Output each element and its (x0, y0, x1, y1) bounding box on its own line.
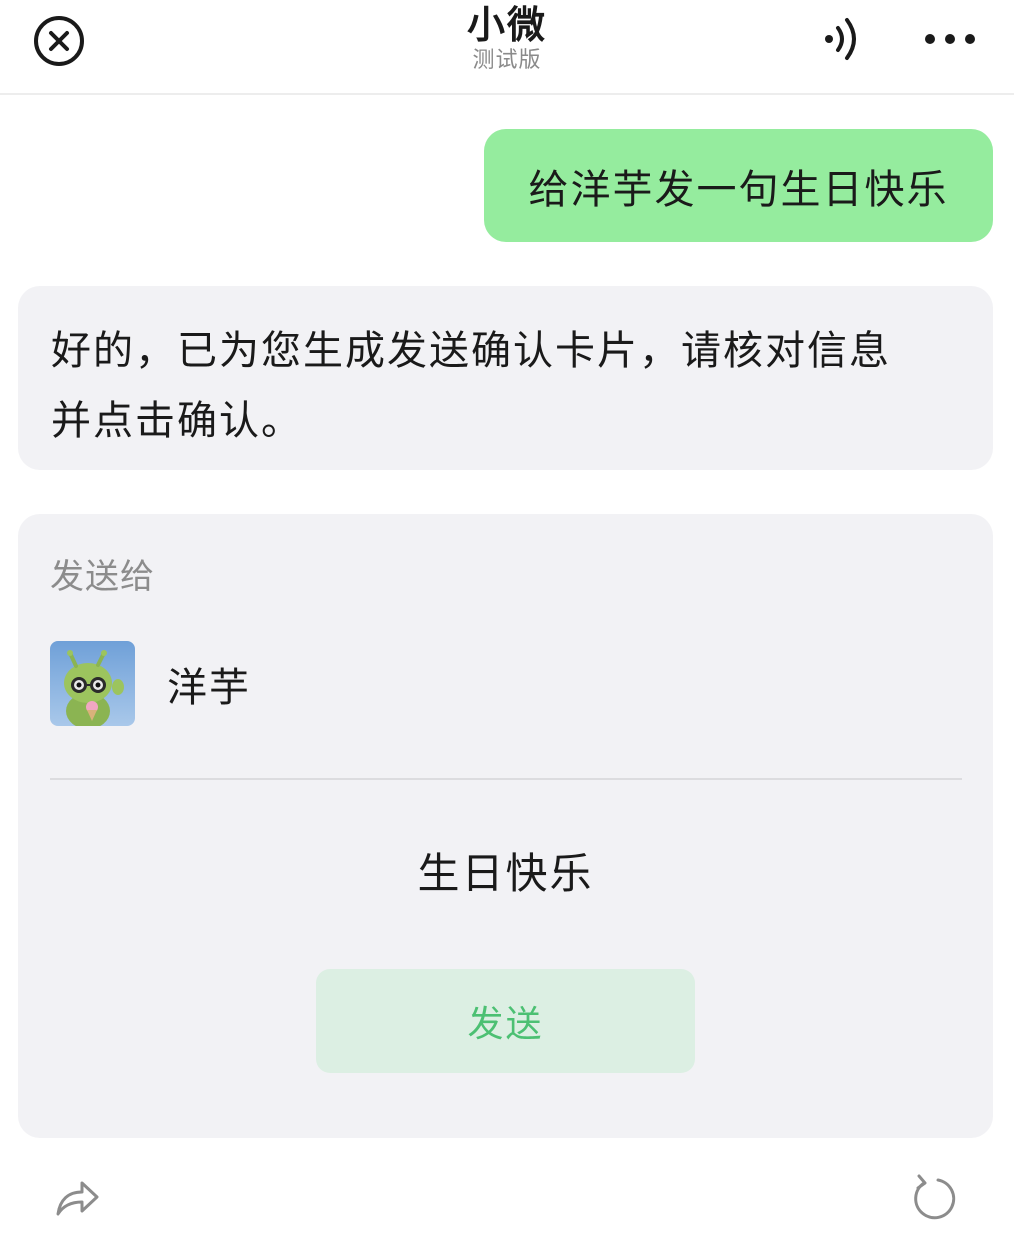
bot-message-line: 好的，已为您生成发送确认卡片，请核对信息 (51, 328, 891, 374)
avatar (50, 641, 135, 726)
share-icon[interactable] (52, 1172, 102, 1222)
bot-message-line: 并点击确认。 (51, 398, 303, 444)
more-dots-icon[interactable] (920, 24, 980, 54)
send-button-label: 发送 (467, 1004, 544, 1045)
top-bar: 小微 测试版 (0, 0, 1014, 95)
recipient-row: 洋芋 (50, 641, 251, 726)
send-button[interactable]: 发送 (316, 969, 695, 1073)
send-confirm-card: 发送给 洋芋 生日快乐 发送 (18, 514, 993, 1138)
divider (50, 778, 962, 780)
bot-message-bubble: 好的，已为您生成发送确认卡片，请核对信息 并点击确认。 (18, 286, 993, 470)
recipient-name: 洋芋 (167, 664, 251, 711)
user-message-bubble: 给洋芋发一句生日快乐 (484, 129, 993, 242)
send-to-label: 发送给 (50, 557, 155, 597)
voice-icon[interactable] (820, 14, 870, 64)
message-preview: 生日快乐 (417, 849, 594, 898)
refresh-icon[interactable] (908, 1172, 960, 1224)
user-message-text: 给洋芋发一句生日快乐 (528, 166, 949, 213)
